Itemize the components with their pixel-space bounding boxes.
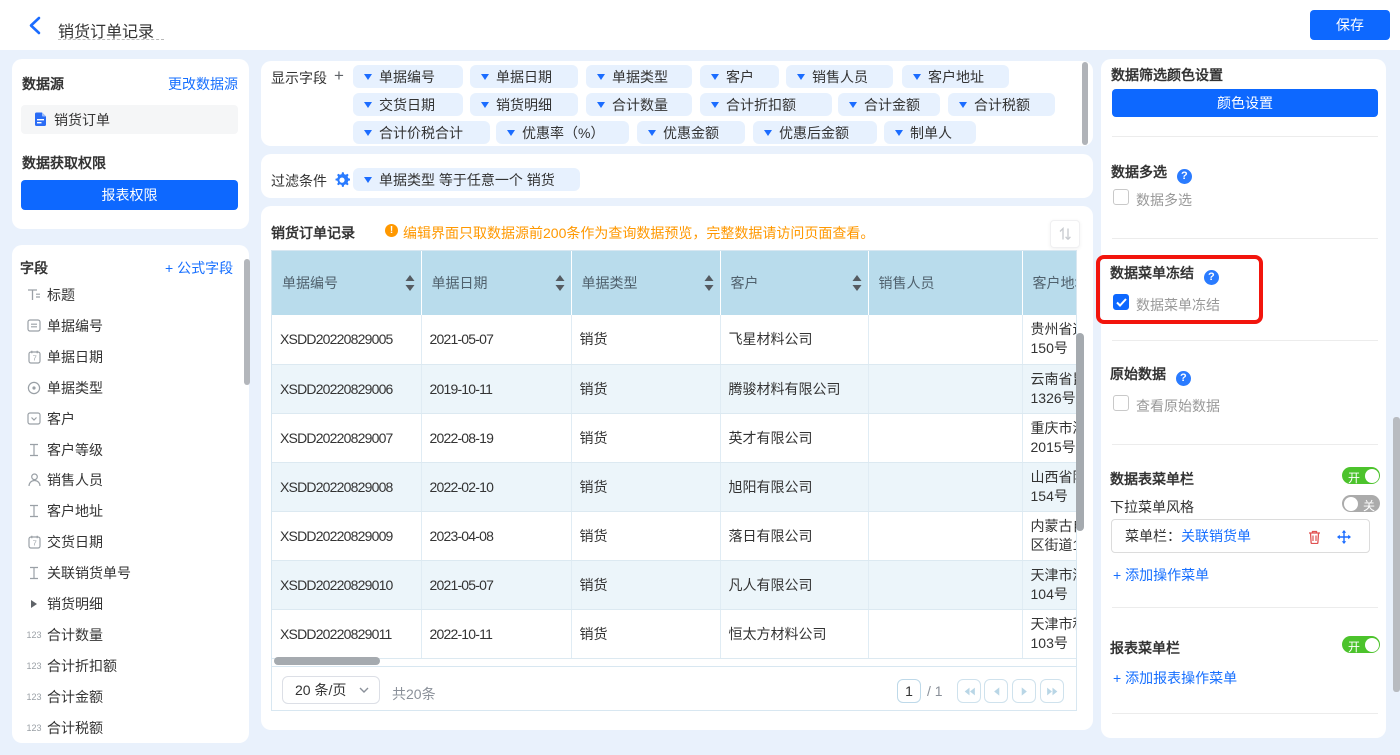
svg-text:7: 7 <box>32 353 36 362</box>
svg-text:7: 7 <box>32 539 36 548</box>
